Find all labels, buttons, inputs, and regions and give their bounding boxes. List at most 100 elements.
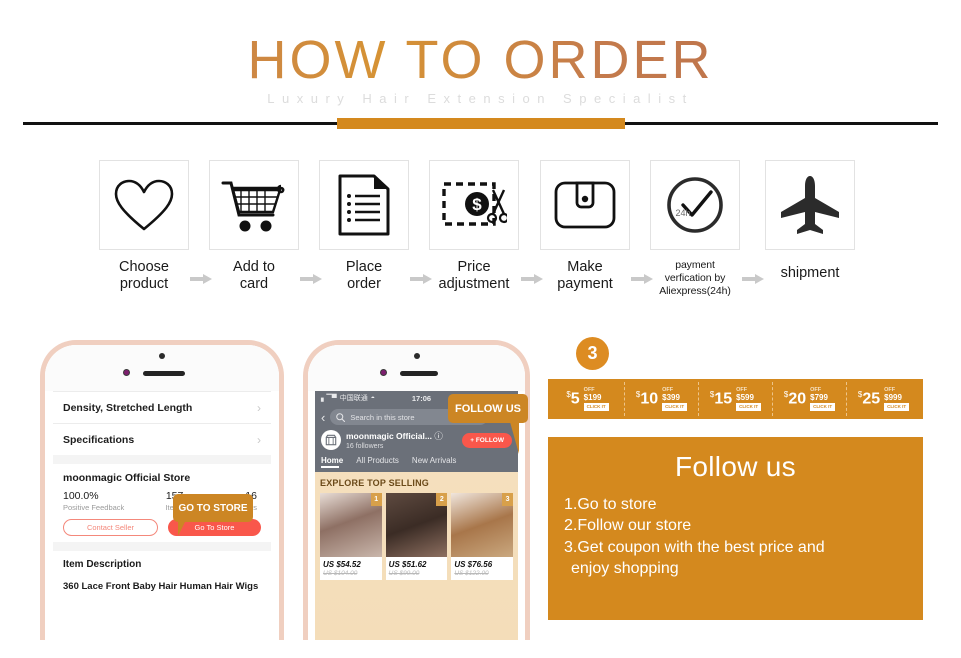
heart-icon [114, 179, 174, 231]
tab-home[interactable]: Home [321, 456, 343, 468]
info-circle-icon[interactable]: ⓘ [434, 431, 443, 441]
step-payment-verification: 24h payment verfication by Aliexpress(24… [649, 160, 741, 298]
step-choose-product: Choose product [98, 160, 190, 293]
product-card[interactable]: 2 US $51.62 US $99.00 [385, 493, 448, 580]
search-placeholder: Search in this store [350, 412, 415, 422]
step-label: Place order [318, 259, 410, 293]
step-label-line3: Aliexpress(24h) [659, 285, 731, 298]
amount-value: 20 [788, 390, 807, 408]
coupon-threshold: $999 [884, 393, 902, 403]
coupon-threshold: $799 [810, 393, 828, 403]
clock-24h-label: 24h [675, 208, 690, 218]
store-name-row: moonmagic Official... ⓘ [346, 430, 457, 442]
product-price: US $54.52 [323, 560, 361, 569]
store-tabs: Home All Products New Arrivals [315, 453, 518, 472]
coupon-threshold: $199 [583, 393, 602, 403]
step-number-badge: 3 [576, 337, 609, 370]
product-card[interactable]: 3 US $76.56 US $122.00 [451, 493, 514, 580]
coupon-item[interactable]: $5 OFF $199 CLICK IT [551, 382, 625, 416]
item-description-heading: Item Description [63, 559, 142, 570]
row-specifications[interactable]: Specifications › [53, 423, 271, 455]
phone-left-product-page: Density, Stretched Length › Specificatio… [40, 340, 284, 640]
step-icon-box [765, 160, 855, 250]
rank-badge: 2 [436, 493, 448, 506]
product-image: 1 [320, 493, 382, 557]
step-label-line1: Make [567, 259, 603, 275]
coupon-cta[interactable]: CLICK IT [583, 403, 609, 411]
clock-check-24h-icon: 24h [667, 177, 723, 233]
step-place-order: Place order [318, 160, 410, 293]
chevron-left-icon[interactable]: ‹ [321, 411, 325, 424]
follow-us-panel: Follow us 1.Go to store 2.Follow our sto… [548, 437, 923, 620]
divider-accent-bar [337, 118, 625, 129]
coupon-detail: OFF $999 CLICK IT [884, 387, 910, 411]
coupon-detail: OFF $799 CLICK IT [810, 387, 836, 411]
step-label-line1: Add to [233, 259, 275, 275]
product-price: US $76.56 [454, 560, 493, 569]
product-price: US $51.62 [388, 560, 427, 569]
step-make-payment: Make payment [539, 160, 631, 293]
step-label-line2: product [119, 276, 169, 293]
product-image: 2 [385, 493, 448, 557]
sensor-dot-icon [123, 369, 130, 376]
coupon-cta[interactable]: CLICK IT [884, 403, 910, 411]
step-label-line2: card [239, 276, 269, 293]
coupon-item[interactable]: $20 OFF $799 CLICK IT [773, 382, 847, 416]
tab-all-products[interactable]: All Products [356, 456, 399, 468]
status-time: 17:06 [411, 393, 432, 403]
phone-mockups: Density, Stretched Length › Specificatio… [0, 340, 540, 658]
coupon-detail: OFF $599 CLICK IT [736, 387, 762, 411]
camera-dot-icon [413, 353, 420, 359]
coupon-cta[interactable]: CLICK IT [662, 403, 688, 411]
carrier-name: 中国联通 [339, 395, 368, 402]
amount-value: 5 [570, 390, 580, 408]
chevron-right-icon: › [257, 400, 261, 415]
step-label: shipment [764, 265, 856, 282]
step-label-line1: Choose [119, 259, 169, 275]
tab-new-arrivals[interactable]: New Arrivals [412, 456, 456, 468]
follow-step-2: 2.Follow our store [564, 517, 692, 535]
coupon-strip: $5 OFF $199 CLICK IT $10 OFF $399 CLICK … [548, 379, 923, 419]
step-icon-box: $ [429, 160, 519, 250]
search-icon [336, 412, 346, 422]
coupon-amount: $20 [784, 390, 807, 408]
row-density-stretched-length[interactable]: Density, Stretched Length › [53, 391, 271, 423]
step-label-line1: Place [345, 259, 383, 275]
follow-us-title: Follow us [675, 451, 796, 482]
page-header: HOW TO ORDER Luxury Hair Extension Speci… [0, 0, 961, 135]
coupon-amount: $15 [710, 390, 733, 408]
phone-top-bezel [308, 345, 525, 391]
coupon-threshold: $599 [736, 393, 754, 403]
product-original-price: US $99.00 [388, 570, 420, 577]
product-card[interactable]: 1 US $54.52 US $104.00 [320, 493, 382, 580]
step-label-line2: verfication by [664, 272, 726, 285]
coupon-item[interactable]: $10 OFF $399 CLICK IT [625, 382, 699, 416]
row-label: Specifications [63, 433, 135, 446]
stat-label: Positive Feedback [63, 503, 125, 512]
coupon-item[interactable]: $25 OFF $999 CLICK IT [847, 382, 920, 416]
sensor-dot-icon [380, 369, 387, 376]
amount-value: 15 [714, 390, 733, 408]
contact-seller-button[interactable]: Contact Seller [63, 519, 158, 536]
stat-positive-feedback: 100.0% Positive Feedback [63, 490, 124, 512]
coupon-cta[interactable]: CLICK IT [810, 403, 836, 411]
amount-value: 10 [640, 390, 659, 408]
page-subtitle: Luxury Hair Extension Specialist [267, 91, 694, 106]
callout-follow-us: FOLLOW US [448, 394, 528, 423]
coupon-cta[interactable]: CLICK IT [736, 403, 762, 411]
product-original-price: US $104.00 [323, 570, 358, 577]
step-icon-box [319, 160, 409, 250]
explore-heading: EXPLORE TOP SELLING [320, 478, 429, 488]
item-description-text: 360 Lace Front Baby Hair Human Hair Wigs [63, 581, 259, 592]
store-header: moonmagic Official... ⓘ 16 followers + F… [315, 425, 518, 453]
rank-badge: 3 [502, 493, 514, 506]
coupon-amount: $5 [566, 390, 580, 408]
phone-right-store-page: ▖▔▀ 中国联通 ◓ 17:06 ‹ Search in this store … [303, 340, 530, 640]
step-icon-box [540, 160, 630, 250]
store-name: moonmagic Official Store [63, 472, 191, 484]
follow-step-3-line2: enjoy shopping [571, 559, 679, 577]
coupon-item[interactable]: $15 OFF $599 CLICK IT [699, 382, 773, 416]
store-followers: 16 followers [346, 443, 384, 450]
phone-screen: Density, Stretched Length › Specificatio… [45, 345, 279, 640]
camera-dot-icon [159, 353, 165, 359]
